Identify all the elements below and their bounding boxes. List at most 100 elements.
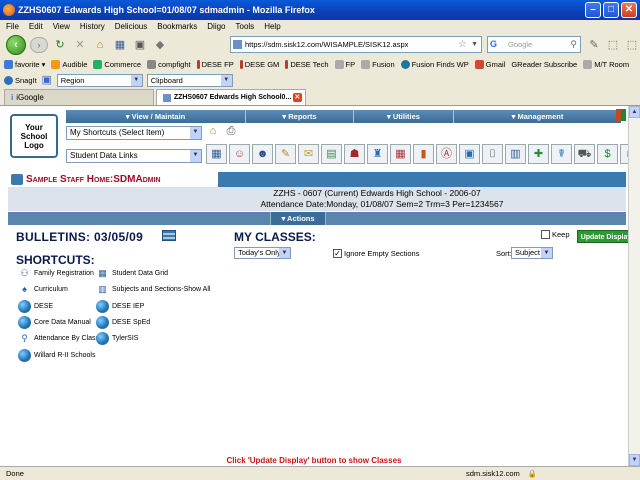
url-dropdown-icon[interactable]: ▼ [471,37,478,52]
forward-button[interactable]: › [30,37,48,53]
reload-icon[interactable]: ↻ [52,37,68,53]
menu-file[interactable]: File [6,20,19,33]
quick-icons: ⌂ ⎙ [205,123,239,139]
lock-icon[interactable]: 🔒 [528,469,537,478]
home-icon[interactable]: ⌂ [92,37,108,53]
flag-icon[interactable] [616,109,626,121]
vertical-scrollbar[interactable]: ▲ ▼ [628,106,640,466]
bulletin-board-icon[interactable] [162,230,176,241]
menu-diigo[interactable]: Diigo [207,20,225,33]
tab-edwards-high-school[interactable]: ZZHS0607 Edwards High School0... ✕ [155,89,306,105]
chevron-down-icon: ▼ [130,74,142,86]
home-icon[interactable]: ⌂ [205,123,221,139]
clipboard-select[interactable]: Clipboard ▼ [146,73,233,87]
bookmark-fusion-finds-wp[interactable]: Fusion Finds WP [400,57,469,72]
building-icon[interactable]: ⌷ [482,144,503,164]
shortcut-tylersis[interactable]: TylerSIS [96,332,138,345]
bookmark-greader-subscribe[interactable]: GReader Subscribe [511,57,577,72]
nav-management[interactable]: ▾ Management [454,110,621,123]
nav-reports[interactable]: ▾ Reports [246,110,354,123]
ignore-empty-checkbox[interactable]: ✓ [333,249,342,258]
diigo-icon[interactable]: ◆ [152,37,168,53]
books-icon[interactable]: ▮ [413,144,434,164]
teacher-icon[interactable]: ☻ [252,144,273,164]
award-icon[interactable]: ♜ [367,144,388,164]
shortcut-family-registration[interactable]: ⚇ Family Registration [18,267,93,280]
search-box[interactable]: G Google ⚲ [487,36,581,53]
menu-delicious[interactable]: Delicious [115,20,147,33]
grid-icon[interactable]: ▦ [206,144,227,164]
snagit-capture-icon[interactable]: ▣ [41,72,53,88]
delicious-icon[interactable]: ▦ [112,37,128,53]
fees-icon[interactable]: $ [597,144,618,164]
nav-utilities[interactable]: ▾ Utilities [354,110,454,123]
shortcut-student-data-grid[interactable]: ▦ Student Data Grid [96,267,168,280]
bookmark-dese-tech[interactable]: DESE Tech [285,57,329,72]
shortcut-attendance-by-class[interactable]: ⚲ Attendance By Class [18,332,99,345]
bookmark-dese-gm[interactable]: DESE GM [239,57,279,72]
lunch-icon[interactable]: ◙ [620,144,628,164]
minimize-button[interactable]: – [585,2,601,18]
bookmark-favorite[interactable]: favorite ▾ [4,57,45,72]
shortcut-dese-sped[interactable]: DESE SpEd [96,316,150,329]
stop-icon[interactable]: ✕ [72,37,88,53]
menu-tools[interactable]: Tools [236,20,255,33]
shortcut-subjects-sections[interactable]: ▥ Subjects and Sections-Show All [96,283,210,296]
bus-icon[interactable]: ⛟ [574,144,595,164]
shortcut-willard-schools[interactable]: Willard R-II Schools [18,349,95,362]
menu-help[interactable]: Help [264,20,280,33]
group-icon[interactable]: ☗ [344,144,365,164]
snagit-button[interactable]: SnagIt [4,75,37,85]
bookmark-fusion[interactable]: Fusion [361,57,395,72]
bookmark-dese-fp[interactable]: DESE FP [196,57,234,72]
bookmark-mt-room[interactable]: M/T Room [583,57,629,72]
notes-icon[interactable]: ✎ [275,144,296,164]
scroll-down-icon[interactable]: ▼ [629,454,640,466]
maximize-button[interactable]: □ [603,2,619,18]
calendar-icon[interactable]: ▦ [390,144,411,164]
bookmark-commerce[interactable]: Commerce [93,57,141,72]
update-display-button[interactable]: Update Display [577,230,628,243]
close-tab-icon[interactable]: ✕ [292,93,302,102]
search-icon[interactable]: ⚲ [570,37,577,52]
extension-icon-3[interactable]: ⬚ [624,37,640,53]
menu-history[interactable]: History [80,20,105,33]
health-icon[interactable]: ✚ [528,144,549,164]
printer-icon[interactable]: ⎙ [223,123,239,139]
tab-igoogle[interactable]: i iGoogle [4,89,154,105]
tag-icon[interactable]: ▣ [132,37,148,53]
shortcut-dese[interactable]: DESE [18,300,53,313]
student-data-links-select[interactable]: Student Data Links ▼ [66,149,202,163]
url-bar[interactable]: https://sdm.sisk12.com/WISAMPLE/SISK12.a… [230,36,482,53]
keep-checkbox[interactable] [541,230,550,239]
extension-icon-2[interactable]: ⬚ [605,37,621,53]
chart-icon[interactable]: ▥ [505,144,526,164]
actions-menu[interactable]: ▾ Actions [270,212,326,225]
bookmark-star-icon[interactable]: ☆ [458,37,467,52]
todays-only-select[interactable]: Today's Only ▼ [234,247,291,259]
bookmark-audible[interactable]: Audible [51,57,87,72]
back-button[interactable]: ‹ [6,35,26,55]
extension-icon-1[interactable]: ✎ [586,37,602,53]
menu-bookmarks[interactable]: Bookmarks [157,20,197,33]
region-select[interactable]: Region ▼ [56,73,143,87]
documents-icon[interactable]: ▣ [459,144,480,164]
scroll-up-icon[interactable]: ▲ [629,106,640,118]
menu-edit[interactable]: Edit [29,20,43,33]
bookmark-fp[interactable]: FP [334,57,355,72]
shortcut-curriculum[interactable]: ♠ Curriculum [18,283,68,296]
grades-icon[interactable]: Ⓐ [436,144,457,164]
students-icon[interactable]: ☺ [229,144,250,164]
shortcut-dese-iep[interactable]: DESE IEP [96,300,144,313]
bookmark-gmail[interactable]: Gmail [474,57,505,72]
bookmark-compfight[interactable]: compfight [147,57,191,72]
menu-view[interactable]: View [53,20,70,33]
nav-view-maintain[interactable]: ▾ View / Maintain [66,110,246,123]
mail-icon[interactable]: ✉ [298,144,319,164]
shortcut-core-data-manual[interactable]: Core Data Manual [18,316,91,329]
schedule-icon[interactable]: ▤ [321,144,342,164]
my-shortcuts-select[interactable]: My Shortcuts (Select Item) ▼ [66,126,202,140]
close-button[interactable]: ✕ [621,2,637,18]
nurse-icon[interactable]: ☤ [551,144,572,164]
sort-select[interactable]: Subject ▼ [511,247,553,259]
